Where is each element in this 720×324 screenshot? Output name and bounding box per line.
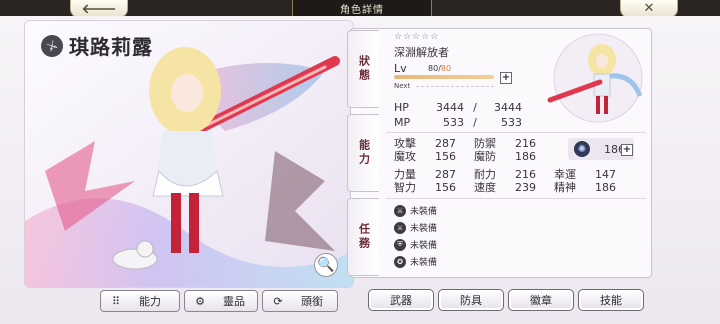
stat-row: 攻擊 287 防禦 216 — [394, 137, 536, 150]
tab-ability[interactable]: 能力 — [347, 114, 379, 192]
title-label: 頭銜 — [301, 295, 323, 308]
armor-label: 防具 — [460, 294, 482, 307]
character-name: 琪路莉露 — [69, 35, 153, 59]
sword-slot-icon: ⚔ — [394, 204, 406, 217]
tab-status-label: 狀態 — [357, 55, 371, 83]
stat-row: 力量 287 耐力 216 幸運 147 — [394, 168, 616, 181]
equipment-slot[interactable]: ✪ 未裝備 — [394, 253, 437, 270]
hp-max: 3444 — [494, 101, 522, 114]
spiral-rune-icon: ✺ — [574, 141, 590, 157]
close-icon: ✕ — [643, 1, 655, 16]
gear-icon: ⚙ — [195, 294, 205, 308]
skill-label: 技能 — [600, 294, 622, 307]
sword-slot-icon: ⚔ — [394, 221, 406, 234]
spirit-item-button[interactable]: ⚙ 靈品 — [184, 290, 258, 312]
level-progress-bar — [394, 75, 494, 79]
hp-label: HP — [394, 101, 409, 114]
refresh-icon: ⟳ — [273, 294, 283, 308]
character-card: ⚔ 琪路莉露 — [24, 20, 354, 288]
tab-status[interactable]: 狀態 — [347, 30, 379, 108]
mp-current: 533 — [443, 116, 464, 129]
mp-row: MP 533 / 533 — [394, 116, 522, 129]
badge-label: 徽章 — [530, 294, 552, 307]
ability-view-button[interactable]: ⠿ 能力 — [100, 290, 180, 312]
equipment-slot[interactable]: ⚔ 未裝備 — [394, 202, 437, 219]
skill-button[interactable]: 技能 — [578, 289, 644, 311]
next-exp-bar — [416, 86, 494, 87]
equipment-slot[interactable]: ⚔ 未裝備 — [394, 219, 437, 236]
level-up-button[interactable]: + — [500, 72, 512, 84]
armor-button[interactable]: 防具 — [438, 289, 504, 311]
stat-row: 魔攻 156 魔防 186 — [394, 150, 536, 163]
tab-ability-label: 能力 — [357, 139, 371, 167]
mp-max: 533 — [501, 116, 522, 129]
title-button[interactable]: ⟳ 頭銜 — [262, 290, 338, 312]
page-title: 角色詳情 — [292, 0, 432, 17]
equipment-slot[interactable]: ⛨ 未裝備 — [394, 236, 437, 253]
grid-icon: ⠿ — [111, 294, 121, 308]
next-label: Next — [394, 82, 411, 90]
stat-row: 智力 156 速度 239 精神 186 — [394, 181, 616, 194]
spirit-item-label: 靈品 — [223, 295, 245, 308]
zoom-button[interactable]: 🔍 — [314, 253, 338, 277]
class-sword-icon: ⚔ — [36, 30, 68, 61]
armor-slot-icon: ⛨ — [394, 238, 406, 251]
divider — [386, 198, 646, 199]
ability-view-label: 能力 — [139, 295, 161, 308]
magnifier-icon: 🔍 — [317, 257, 335, 273]
character-name-row: ⚔ 琪路莉露 — [36, 30, 153, 61]
tab-quest[interactable]: 任務 — [347, 198, 379, 276]
rarity-stars: ☆☆☆☆☆ — [394, 32, 440, 42]
divider — [386, 132, 646, 133]
attribute-stats: 力量 287 耐力 216 幸運 147 智力 156 速度 239 精神 186 — [394, 168, 634, 194]
job-name: 深淵解放者 — [394, 46, 449, 59]
arrow-left-icon: 🡐 — [81, 1, 117, 17]
level-progress-fill — [394, 75, 494, 79]
level-value: 80/80 — [428, 64, 452, 73]
hp-current: 3444 — [436, 101, 464, 114]
mp-label: MP — [394, 116, 411, 129]
level-label: Lv — [394, 62, 407, 75]
badge-button[interactable]: 徽章 — [508, 289, 574, 311]
badge-slot-icon: ✪ — [394, 255, 406, 268]
weapon-label: 武器 — [390, 294, 412, 307]
tab-quest-label: 任務 — [357, 223, 371, 251]
character-portrait — [540, 30, 648, 128]
equipment-list: ⚔ 未裝備 ⚔ 未裝備 ⛨ 未裝備 ✪ 未裝備 — [394, 202, 437, 270]
weapon-button[interactable]: 武器 — [368, 289, 434, 311]
combat-stats: 攻擊 287 防禦 216 魔攻 156 魔防 186 — [394, 137, 554, 163]
character-illustration — [25, 21, 353, 287]
hp-row: HP 3444 / 3444 — [394, 101, 522, 114]
rune-add-button[interactable]: + — [621, 144, 633, 156]
